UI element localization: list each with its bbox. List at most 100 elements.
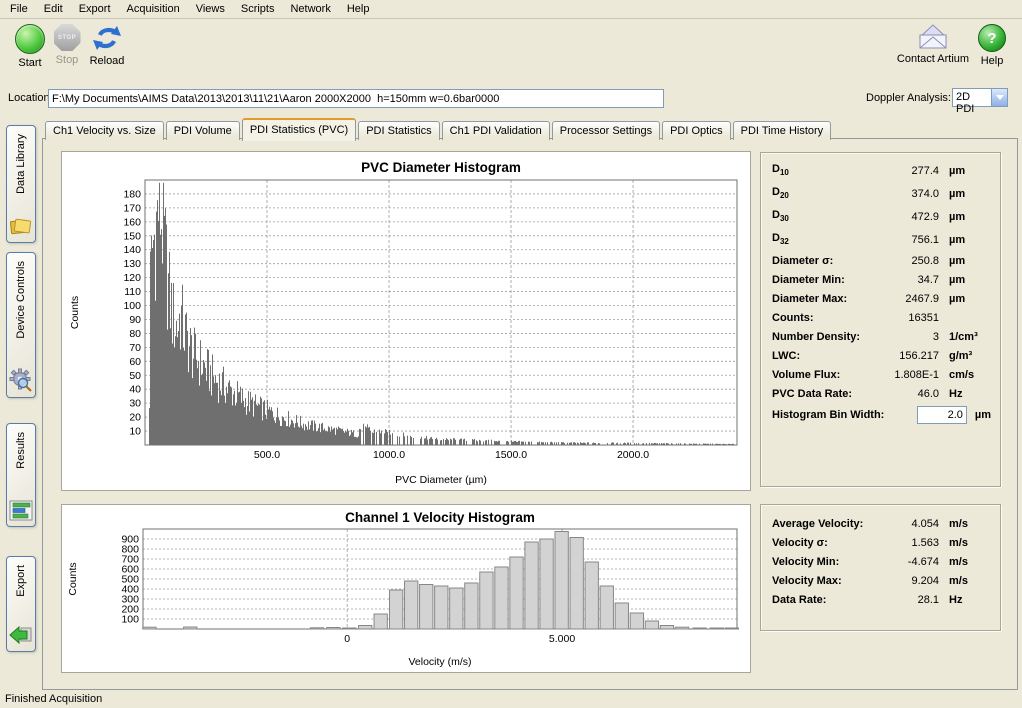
stat-value: 756.1 (867, 234, 939, 246)
location-row: Location: Doppler Analysis: 2D PDI (0, 84, 1022, 114)
chevron-down-icon[interactable] (991, 89, 1007, 106)
svg-text:70: 70 (129, 342, 141, 354)
stat-row: Average Velocity:4.054m/s (761, 514, 1000, 533)
sidebar-item-label: Results (15, 432, 27, 469)
start-button[interactable]: Start (8, 24, 52, 69)
export-arrow-icon (9, 624, 33, 646)
menu-item-network[interactable]: Network (282, 1, 338, 17)
sidebar-item-label: Data Library (15, 134, 27, 194)
stat-value: 374.0 (867, 188, 939, 200)
svg-text:110: 110 (124, 286, 141, 298)
stat-value: -4.674 (867, 556, 939, 568)
tab-pdi-volume[interactable]: PDI Volume (166, 121, 240, 140)
svg-text:180: 180 (123, 188, 141, 200)
stat-row: Data Rate:28.1Hz (761, 590, 1000, 609)
tab-ch1-pdi-validation[interactable]: Ch1 PDI Validation (442, 121, 550, 140)
stat-row: LWC:156.217g/m³ (761, 346, 1000, 365)
menu-item-export[interactable]: Export (71, 1, 119, 17)
svg-text:Channel 1 Velocity Histogram: Channel 1 Velocity Histogram (345, 510, 535, 525)
menu-item-views[interactable]: Views (188, 1, 233, 17)
stat-row: D20374.0µm (761, 182, 1000, 205)
help-label: Help (981, 55, 1004, 67)
stat-label: Diameter σ: (772, 255, 867, 267)
svg-text:1000.0: 1000.0 (373, 449, 405, 461)
doppler-analysis-dropdown[interactable]: 2D PDI (952, 88, 1008, 107)
stat-label: Data Rate: (772, 594, 867, 606)
doppler-analysis-label: Doppler Analysis: (866, 92, 951, 104)
menu-item-edit[interactable]: Edit (36, 1, 71, 17)
reload-button[interactable]: Reload (84, 24, 130, 67)
doppler-analysis-value: 2D PDI (953, 89, 991, 106)
stat-unit: m/s (939, 518, 991, 530)
stat-unit: 1/cm³ (939, 331, 991, 343)
menu-item-file[interactable]: File (2, 1, 36, 17)
tab-pdi-optics[interactable]: PDI Optics (662, 121, 731, 140)
stat-unit: m/s (939, 575, 991, 587)
menu-item-help[interactable]: Help (339, 1, 378, 17)
sidebar-item-device-controls[interactable]: Device Controls (6, 252, 36, 398)
stat-label: Diameter Min: (772, 274, 867, 286)
stat-value: 16351 (867, 312, 939, 324)
stat-label: PVC Data Rate: (772, 388, 867, 400)
tab-pdi-statistics-pvc[interactable]: PDI Statistics (PVC) (242, 118, 356, 141)
folders-icon (9, 215, 33, 237)
sidebar-item-export[interactable]: Export (6, 556, 36, 652)
status-text: Finished Acquisition (5, 693, 102, 705)
stat-label: Volume Flux: (772, 369, 867, 381)
tab-content-pane: PVC Diameter Histogram102030405060708090… (42, 138, 1018, 690)
stat-row: D10277.4µm (761, 159, 1000, 182)
svg-text:Counts: Counts (69, 296, 81, 329)
bar-chart-icon (9, 500, 33, 521)
menu-item-acquisition[interactable]: Acquisition (119, 1, 188, 17)
location-input[interactable] (48, 89, 664, 108)
svg-text:50: 50 (129, 370, 141, 382)
sidebar-item-data-library[interactable]: Data Library (6, 125, 36, 243)
stat-unit: µm (939, 255, 991, 267)
stat-row: Number Density:31/cm³ (761, 327, 1000, 346)
histogram-bin-width-unit: µm (967, 409, 991, 421)
stat-value: 250.8 (867, 255, 939, 267)
velocity-histogram-chart: Channel 1 Velocity Histogram100200300400… (61, 504, 751, 673)
pvc-statistics-rows: D10277.4µmD20374.0µmD30472.9µmD32756.1µm… (761, 159, 1000, 403)
svg-text:900: 900 (121, 534, 139, 546)
tab-pdi-statistics[interactable]: PDI Statistics (358, 121, 439, 140)
sidebar-item-results[interactable]: Results (6, 423, 36, 527)
stat-label: Number Density: (772, 331, 867, 343)
contact-artium-label: Contact Artium (897, 53, 969, 65)
svg-text:Counts: Counts (67, 562, 79, 595)
svg-text:120: 120 (123, 272, 141, 284)
tab-ch1-velocity-vs-size[interactable]: Ch1 Velocity vs. Size (45, 121, 164, 140)
stat-label: Counts: (772, 312, 867, 324)
svg-text:140: 140 (123, 244, 141, 256)
stat-value: 156.217 (867, 350, 939, 362)
stop-button[interactable]: STOP Stop (47, 24, 87, 66)
stat-unit: µm (939, 211, 991, 223)
stat-value: 1.563 (867, 537, 939, 549)
start-icon (15, 24, 45, 54)
main-panel: Ch1 Velocity vs. SizePDI VolumePDI Stati… (42, 118, 1018, 690)
reload-icon (92, 24, 122, 52)
stat-row: Volume Flux:1.808E-1cm/s (761, 365, 1000, 384)
stat-label: Diameter Max: (772, 293, 867, 305)
stat-label: Velocity Max: (772, 575, 867, 587)
contact-artium-button[interactable]: Contact Artium (896, 24, 970, 65)
stat-value: 4.054 (867, 518, 939, 530)
svg-text:2000.0: 2000.0 (617, 449, 649, 461)
svg-text:10: 10 (129, 426, 141, 438)
stat-row: Velocity Min:-4.674m/s (761, 552, 1000, 571)
histogram-bin-width-input[interactable] (917, 406, 967, 424)
velocity-histogram-plot: Channel 1 Velocity Histogram100200300400… (62, 505, 750, 672)
svg-text:30: 30 (129, 398, 141, 410)
menu-item-scripts[interactable]: Scripts (233, 1, 283, 17)
stop-icon: STOP (54, 24, 81, 51)
histogram-bin-width-row: Histogram Bin Width: µm (761, 403, 1000, 426)
tab-pdi-time-history[interactable]: PDI Time History (733, 121, 832, 140)
gear-icon (9, 368, 33, 392)
help-button[interactable]: ? Help (972, 24, 1012, 67)
stat-label: D30 (772, 209, 867, 223)
tab-processor-settings[interactable]: Processor Settings (552, 121, 660, 140)
pvc-statistics-panel: D10277.4µmD20374.0µmD30472.9µmD32756.1µm… (760, 152, 1001, 487)
stat-label: Average Velocity: (772, 518, 867, 530)
status-bar: Finished Acquisition (0, 690, 1022, 708)
svg-text:60: 60 (129, 356, 141, 368)
